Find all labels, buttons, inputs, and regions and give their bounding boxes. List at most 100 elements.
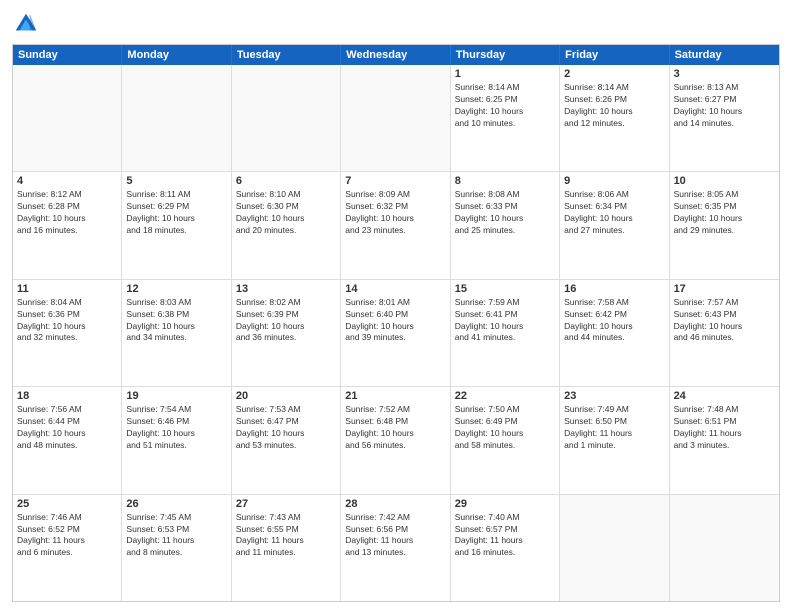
day-info: Sunrise: 7:57 AM Sunset: 6:43 PM Dayligh… (674, 297, 775, 345)
day-number: 28 (345, 498, 445, 510)
day-number: 2 (564, 68, 664, 80)
day-info: Sunrise: 8:14 AM Sunset: 6:26 PM Dayligh… (564, 82, 664, 130)
day-info: Sunrise: 8:13 AM Sunset: 6:27 PM Dayligh… (674, 82, 775, 130)
calendar-cell: 9 Sunrise: 8:06 AM Sunset: 6:34 PM Daylig… (560, 172, 669, 278)
calendar-cell: 3 Sunrise: 8:13 AM Sunset: 6:27 PM Daylig… (670, 65, 779, 171)
calendar-cell: 29 Sunrise: 7:40 AM Sunset: 6:57 PM Dayli… (451, 495, 560, 601)
day-info: Sunrise: 7:59 AM Sunset: 6:41 PM Dayligh… (455, 297, 555, 345)
day-info: Sunrise: 7:52 AM Sunset: 6:48 PM Dayligh… (345, 404, 445, 452)
day-info: Sunrise: 7:53 AM Sunset: 6:47 PM Dayligh… (236, 404, 336, 452)
calendar-cell: 24 Sunrise: 7:48 AM Sunset: 6:51 PM Dayli… (670, 387, 779, 493)
day-info: Sunrise: 7:46 AM Sunset: 6:52 PM Dayligh… (17, 512, 117, 560)
day-number: 24 (674, 390, 775, 402)
calendar-header: SundayMondayTuesdayWednesdayThursdayFrid… (13, 45, 779, 65)
day-number: 5 (126, 175, 226, 187)
logo (12, 10, 44, 38)
day-number: 16 (564, 283, 664, 295)
day-info: Sunrise: 7:50 AM Sunset: 6:49 PM Dayligh… (455, 404, 555, 452)
calendar-row: 4 Sunrise: 8:12 AM Sunset: 6:28 PM Daylig… (13, 172, 779, 279)
weekday-header: Wednesday (341, 45, 450, 65)
day-number: 27 (236, 498, 336, 510)
calendar-cell (670, 495, 779, 601)
day-info: Sunrise: 8:09 AM Sunset: 6:32 PM Dayligh… (345, 189, 445, 237)
day-info: Sunrise: 8:06 AM Sunset: 6:34 PM Dayligh… (564, 189, 664, 237)
day-number: 4 (17, 175, 117, 187)
calendar-cell: 18 Sunrise: 7:56 AM Sunset: 6:44 PM Dayli… (13, 387, 122, 493)
day-number: 8 (455, 175, 555, 187)
day-number: 3 (674, 68, 775, 80)
calendar-cell: 28Sunrise: 7:42 AM Sunset: 6:56 PM Dayli… (341, 495, 450, 601)
calendar-cell: 17 Sunrise: 7:57 AM Sunset: 6:43 PM Dayli… (670, 280, 779, 386)
day-number: 7 (345, 175, 445, 187)
logo-icon (12, 10, 40, 38)
calendar-cell: 11 Sunrise: 8:04 AM Sunset: 6:36 PM Dayli… (13, 280, 122, 386)
calendar-row: 18 Sunrise: 7:56 AM Sunset: 6:44 PM Dayli… (13, 387, 779, 494)
calendar-cell (232, 65, 341, 171)
calendar-row: 1 Sunrise: 8:14 AM Sunset: 6:25 PM Daylig… (13, 65, 779, 172)
day-number: 11 (17, 283, 117, 295)
calendar-cell: 10 Sunrise: 8:05 AM Sunset: 6:35 PM Dayli… (670, 172, 779, 278)
day-number: 21 (345, 390, 445, 402)
calendar-cell: 12Sunrise: 8:03 AM Sunset: 6:38 PM Dayli… (122, 280, 231, 386)
day-number: 1 (455, 68, 555, 80)
day-info: Sunrise: 8:08 AM Sunset: 6:33 PM Dayligh… (455, 189, 555, 237)
calendar-cell: 23 Sunrise: 7:49 AM Sunset: 6:50 PM Dayli… (560, 387, 669, 493)
weekday-header: Sunday (13, 45, 122, 65)
day-number: 15 (455, 283, 555, 295)
calendar-cell: 7 Sunrise: 8:09 AM Sunset: 6:32 PM Daylig… (341, 172, 450, 278)
calendar-row: 25 Sunrise: 7:46 AM Sunset: 6:52 PM Dayli… (13, 495, 779, 601)
weekday-header: Saturday (670, 45, 779, 65)
calendar-cell: 20 Sunrise: 7:53 AM Sunset: 6:47 PM Dayli… (232, 387, 341, 493)
day-info: Sunrise: 8:02 AM Sunset: 6:39 PM Dayligh… (236, 297, 336, 345)
calendar-cell: 16Sunrise: 7:58 AM Sunset: 6:42 PM Dayli… (560, 280, 669, 386)
day-info: Sunrise: 8:10 AM Sunset: 6:30 PM Dayligh… (236, 189, 336, 237)
calendar-cell: 25 Sunrise: 7:46 AM Sunset: 6:52 PM Dayli… (13, 495, 122, 601)
day-info: Sunrise: 7:48 AM Sunset: 6:51 PM Dayligh… (674, 404, 775, 452)
day-number: 13 (236, 283, 336, 295)
calendar-cell: 22 Sunrise: 7:50 AM Sunset: 6:49 PM Dayli… (451, 387, 560, 493)
day-info: Sunrise: 8:14 AM Sunset: 6:25 PM Dayligh… (455, 82, 555, 130)
calendar-cell: 4 Sunrise: 8:12 AM Sunset: 6:28 PM Daylig… (13, 172, 122, 278)
calendar-cell: 14Sunrise: 8:01 AM Sunset: 6:40 PM Dayli… (341, 280, 450, 386)
day-number: 23 (564, 390, 664, 402)
day-info: Sunrise: 7:49 AM Sunset: 6:50 PM Dayligh… (564, 404, 664, 452)
calendar-cell: 21 Sunrise: 7:52 AM Sunset: 6:48 PM Dayli… (341, 387, 450, 493)
day-number: 20 (236, 390, 336, 402)
calendar-cell (122, 65, 231, 171)
day-number: 14 (345, 283, 445, 295)
day-info: Sunrise: 7:56 AM Sunset: 6:44 PM Dayligh… (17, 404, 117, 452)
calendar-cell: 13 Sunrise: 8:02 AM Sunset: 6:39 PM Dayli… (232, 280, 341, 386)
calendar-cell (13, 65, 122, 171)
calendar-cell: 27Sunrise: 7:43 AM Sunset: 6:55 PM Dayli… (232, 495, 341, 601)
calendar-cell: 1 Sunrise: 8:14 AM Sunset: 6:25 PM Daylig… (451, 65, 560, 171)
weekday-header: Friday (560, 45, 669, 65)
day-info: Sunrise: 8:05 AM Sunset: 6:35 PM Dayligh… (674, 189, 775, 237)
page: SundayMondayTuesdayWednesdayThursdayFrid… (0, 0, 792, 612)
day-number: 9 (564, 175, 664, 187)
day-info: Sunrise: 8:12 AM Sunset: 6:28 PM Dayligh… (17, 189, 117, 237)
calendar-cell: 8 Sunrise: 8:08 AM Sunset: 6:33 PM Daylig… (451, 172, 560, 278)
calendar-cell: 5 Sunrise: 8:11 AM Sunset: 6:29 PM Daylig… (122, 172, 231, 278)
day-number: 29 (455, 498, 555, 510)
weekday-header: Thursday (451, 45, 560, 65)
day-number: 17 (674, 283, 775, 295)
day-number: 22 (455, 390, 555, 402)
day-number: 18 (17, 390, 117, 402)
calendar-cell: 2 Sunrise: 8:14 AM Sunset: 6:26 PM Daylig… (560, 65, 669, 171)
day-info: Sunrise: 7:40 AM Sunset: 6:57 PM Dayligh… (455, 512, 555, 560)
calendar-cell (341, 65, 450, 171)
day-number: 12 (126, 283, 226, 295)
weekday-header: Tuesday (232, 45, 341, 65)
calendar-cell: 6 Sunrise: 8:10 AM Sunset: 6:30 PM Daylig… (232, 172, 341, 278)
day-info: Sunrise: 8:11 AM Sunset: 6:29 PM Dayligh… (126, 189, 226, 237)
day-info: Sunrise: 8:04 AM Sunset: 6:36 PM Dayligh… (17, 297, 117, 345)
day-number: 10 (674, 175, 775, 187)
day-number: 19 (126, 390, 226, 402)
day-info: Sunrise: 7:54 AM Sunset: 6:46 PM Dayligh… (126, 404, 226, 452)
day-number: 6 (236, 175, 336, 187)
calendar-cell: 15 Sunrise: 7:59 AM Sunset: 6:41 PM Dayli… (451, 280, 560, 386)
day-number: 26 (126, 498, 226, 510)
weekday-header: Monday (122, 45, 231, 65)
day-number: 25 (17, 498, 117, 510)
calendar-cell: 26Sunrise: 7:45 AM Sunset: 6:53 PM Dayli… (122, 495, 231, 601)
